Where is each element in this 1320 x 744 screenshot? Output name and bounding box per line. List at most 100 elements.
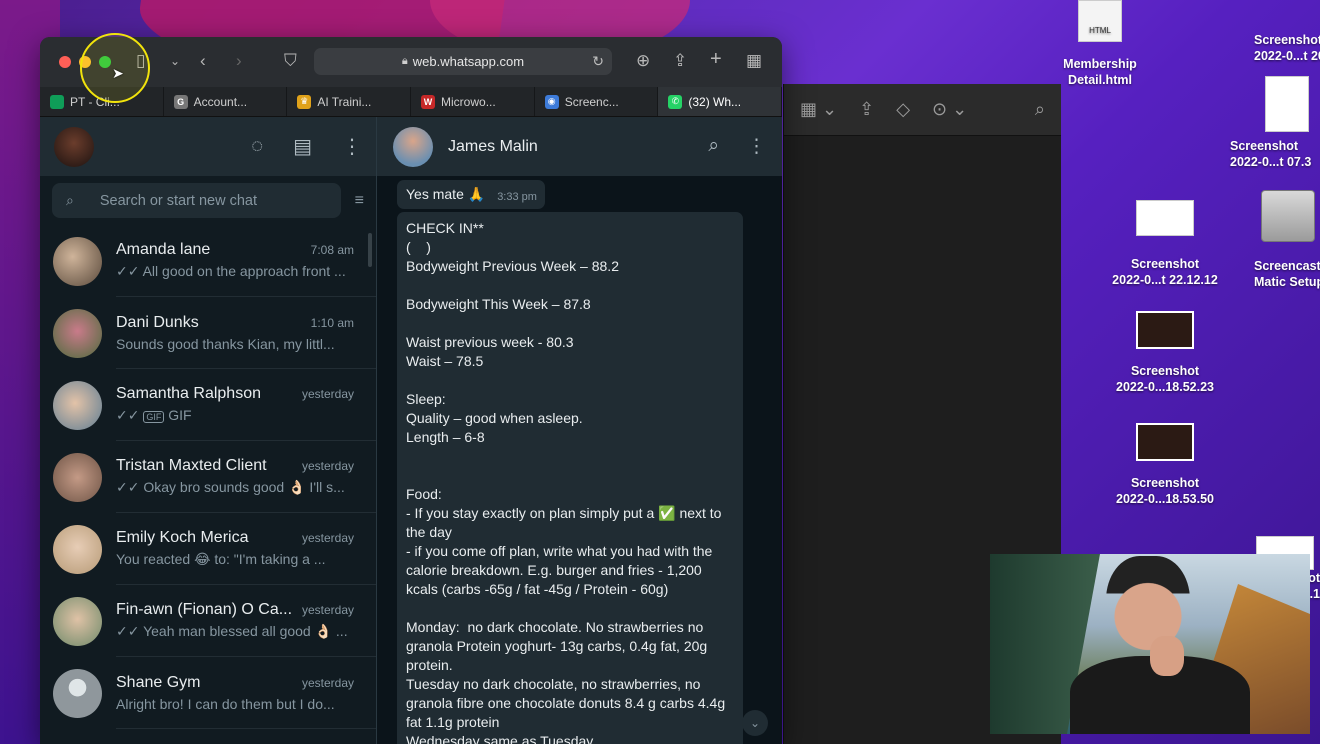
share-icon[interactable]: ⇪ xyxy=(673,51,687,71)
chat-last-message: Sounds good thanks Kian, my littl... xyxy=(116,335,335,352)
desktop-file-membership[interactable]: HTML Membership Detail.html xyxy=(1040,0,1160,88)
back-icon[interactable]: ‹ xyxy=(200,51,206,71)
chat-list-item[interactable]: Shane Gym yesterday Alright bro! I can do … xyxy=(40,657,376,729)
chat-name: Shane Gym xyxy=(116,673,201,691)
privacy-shield-icon[interactable]: ⛉ xyxy=(284,51,297,71)
scroll-down-button[interactable]: ⌄ xyxy=(742,710,768,736)
contact-avatar[interactable] xyxy=(393,126,433,167)
desktop-file-screenshot[interactable]: Screenshot 2022-0...18.53.50 xyxy=(1105,423,1225,507)
chat-name: Dani Dunks xyxy=(116,313,199,331)
desktop-file-label: Screenshot 2022-0...18.52.23 xyxy=(1116,364,1214,394)
message-bubble[interactable]: CHECK IN** ( ) Bodyweight Previous Week … xyxy=(397,212,743,744)
chat-name: Tristan Maxted Client xyxy=(116,457,267,474)
avatar xyxy=(53,524,102,574)
desktop-file-screenshot[interactable]: Screenshot 2022-0...t 22.12.12 xyxy=(1105,200,1225,288)
image-thumbnail-icon xyxy=(1136,423,1194,461)
reload-icon[interactable]: ↻ xyxy=(592,53,604,70)
chat-time: yesterday xyxy=(301,675,354,690)
desktop-file-screenshot[interactable]: Screenshot 2022-0...18.52.23 xyxy=(1105,311,1225,395)
chat-list-item[interactable]: Fin-awn (Fionan) O Ca... yesterday ✓✓ Yeah… xyxy=(40,585,376,657)
desktop-file-label: Screenshot 2022-0...t 20.1 xyxy=(1254,33,1320,63)
chat-last-message: ✓✓ GIF GIF xyxy=(116,407,192,423)
tab-label: Account... xyxy=(193,94,248,109)
menu-icon[interactable]: ⋮ xyxy=(747,135,766,158)
search-icon[interactable]: ⌕ xyxy=(708,135,719,158)
desktop-file-label: Screencast-O Matic Setup xyxy=(1254,259,1320,289)
chat-name: Samantha Ralphson xyxy=(116,385,261,402)
search-icon[interactable]: ⌕ xyxy=(1035,99,1045,120)
chat-list: Amanda lane 7:08 am ✓✓ All good on the app… xyxy=(40,225,376,729)
spreadsheet-thumbnail-icon xyxy=(1136,200,1194,236)
contact-name[interactable]: James Malin xyxy=(448,138,538,156)
chat-list-item[interactable]: Samantha Ralphson yesterday ✓✓ GIF GIF xyxy=(40,369,376,441)
tab-label: (32) Wh... xyxy=(688,94,742,109)
search-placeholder: Search or start new chat xyxy=(99,192,258,209)
chat-time: yesterday xyxy=(301,387,354,401)
tab-label: AI Traini... xyxy=(317,94,372,109)
tag-icon[interactable]: ◇ xyxy=(896,99,910,120)
tab-label: Microwo... xyxy=(441,94,496,109)
desktop-file-screenshot[interactable]: Screenshot 2022-0...t 20.1 xyxy=(1228,32,1320,64)
chat-last-message: ✓✓ All good on the approach front ... xyxy=(116,263,346,279)
chat-list-item[interactable]: Dani Dunks 1:10 am Sounds good thanks Kian… xyxy=(40,297,376,369)
tab-overview-icon[interactable]: ▦ xyxy=(746,51,762,71)
image-thumbnail-icon xyxy=(1136,311,1194,349)
chevron-down-icon[interactable]: ⌄ xyxy=(170,54,180,68)
conversation-header[interactable]: James Malin ⌕ ⋮ xyxy=(377,117,782,176)
screencast-icon: ◉ xyxy=(544,94,559,109)
forward-icon[interactable]: › xyxy=(236,51,242,71)
grid-view-icon[interactable]: ▦ ⌄ xyxy=(800,99,837,120)
lock-icon: 🔒︎ xyxy=(401,55,408,67)
chat-list-item[interactable]: Tristan Maxted Client yesterday ✓✓ Okay br… xyxy=(40,441,376,513)
new-tab-icon[interactable]: + xyxy=(710,48,722,71)
tab-account[interactable]: G Account... xyxy=(164,87,288,116)
avatar xyxy=(53,308,102,358)
chat-name: Emily Koch Merica xyxy=(116,529,249,546)
chat-time: yesterday xyxy=(301,531,354,545)
desktop-file-label: Screenshot 2022-0...t 22.12.12 xyxy=(1112,257,1218,287)
chat-last-message: Alright bro! I can do them but I do... xyxy=(116,695,335,712)
browser-toolbar: ▯ ⌄ ‹ › ⛉ 🔒︎ web.whatsapp.com ↻ ⊕ ⇪ + ▦ xyxy=(40,37,782,87)
sidebar-header: ◌ ▤ ⋮ xyxy=(40,117,376,176)
chat-list-item[interactable]: Amanda lane 7:08 am ✓✓ All good on the app… xyxy=(40,225,376,297)
new-chat-icon[interactable]: ▤ xyxy=(293,134,312,159)
my-avatar[interactable] xyxy=(54,126,94,167)
address-bar[interactable]: 🔒︎ web.whatsapp.com ↻ xyxy=(314,48,612,75)
message-bubble[interactable]: Yes mate 🙏 3:33 pm xyxy=(397,180,545,209)
desktop-file-screenshot[interactable]: Screenshot 2022-0...t 07.3 xyxy=(1228,76,1320,170)
chat-time: yesterday xyxy=(301,459,354,473)
filter-icon[interactable]: ≡ xyxy=(355,192,364,210)
tab-microworkers[interactable]: W Microwo... xyxy=(411,87,535,116)
desktop-file-label: Screenshot 2022-0...18.53.50 xyxy=(1116,476,1214,506)
desktop-file-label: Screenshot 2022-0...t 07.3 xyxy=(1230,139,1312,169)
webcam-person-hand xyxy=(1150,636,1184,676)
scrollbar[interactable] xyxy=(368,233,372,267)
chat-last-message: You reacted 😂 to: "I'm taking a ... xyxy=(116,551,326,567)
tab-ai-training[interactable]: ♛ AI Traini... xyxy=(287,87,412,116)
default-avatar-icon xyxy=(53,668,102,718)
chat-time: yesterday xyxy=(301,603,354,617)
more-icon[interactable]: ⊙ ⌄ xyxy=(932,99,967,120)
url-text: web.whatsapp.com xyxy=(412,54,525,69)
close-window-button[interactable] xyxy=(59,56,71,68)
document-thumbnail-icon xyxy=(1265,76,1309,132)
search-input[interactable]: ⌕ Search or start new chat xyxy=(52,183,341,218)
avatar xyxy=(53,452,102,502)
chat-time: 7:08 am xyxy=(310,243,354,257)
share-icon[interactable]: ⇪ xyxy=(859,99,874,120)
menu-icon[interactable]: ⋮ xyxy=(342,134,362,159)
webcam-overlay[interactable] xyxy=(990,554,1310,734)
mouse-cursor-icon: ➤ xyxy=(112,65,124,81)
desktop-file-label: Membership Detail.html xyxy=(1063,57,1137,87)
chat-list-item[interactable]: Emily Koch Merica yesterday You reacted 😂 … xyxy=(40,513,376,585)
google-icon: G xyxy=(173,94,188,109)
avatar xyxy=(53,380,102,430)
downloads-icon[interactable]: ⊕ xyxy=(636,51,650,71)
gif-badge: GIF xyxy=(143,411,165,423)
desktop-file-screencast-setup[interactable]: Screencast-O Matic Setup xyxy=(1228,190,1320,290)
status-icon[interactable]: ◌ xyxy=(251,135,263,158)
whatsapp-app: ◌ ▤ ⋮ ⌕ Search or start new chat ≡ Amand… xyxy=(40,117,782,744)
chat-last-message: ✓✓ Yeah man blessed all good 👌🏻 ... xyxy=(116,623,348,639)
tab-screencast[interactable]: ◉ Screenc... xyxy=(535,87,659,116)
tab-whatsapp[interactable]: ✆ (32) Wh... xyxy=(658,87,782,116)
